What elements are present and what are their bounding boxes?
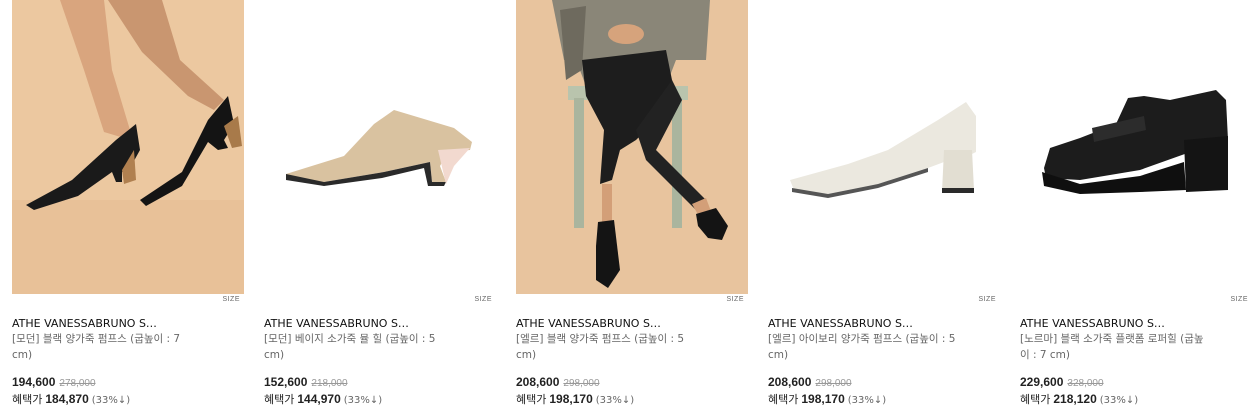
sale-price: 152,600 — [264, 375, 308, 389]
benefit-price: 144,970 — [297, 392, 341, 406]
size-link[interactable]: SIZE — [978, 296, 996, 303]
benefit-rate: (33%↓) — [343, 395, 383, 406]
product-image[interactable] — [12, 0, 244, 294]
black-platform-loafer-image — [1020, 0, 1252, 294]
benefit-row: 혜택가 218,120 (33%↓) — [1020, 391, 1138, 407]
benefit-price: 198,170 — [549, 392, 593, 406]
size-link[interactable]: SIZE — [222, 296, 240, 303]
benefit-price: 184,870 — [45, 392, 89, 406]
benefit-label: 혜택가 — [264, 393, 295, 406]
product-card[interactable]: SIZE ATHE VANESSABRUNO S… [엘르] 블랙 양가죽 펌프… — [516, 0, 748, 420]
benefit-rate: (33%↓) — [847, 395, 887, 406]
product-card[interactable]: SIZE ATHE VANESSABRUNO S… [모던] 블랙 양가죽 펌프… — [12, 0, 244, 420]
product-name[interactable]: [노르마] 블랙 소가죽 플랫폼 로퍼힐 (굽높이 : 7 cm) — [1020, 331, 1210, 363]
size-link[interactable]: SIZE — [726, 296, 744, 303]
benefit-row: 혜택가 144,970 (33%↓) — [264, 391, 382, 407]
benefit-price: 218,120 — [1053, 392, 1097, 406]
product-grid: SIZE ATHE VANESSABRUNO S… [모던] 블랙 양가죽 펌프… — [0, 0, 1256, 420]
benefit-price: 198,170 — [801, 392, 845, 406]
original-price: 298,000 — [815, 378, 852, 389]
brand-name[interactable]: ATHE VANESSABRUNO S… — [12, 317, 244, 330]
product-card[interactable]: SIZE ATHE VANESSABRUNO S… [엘르] 아이보리 양가죽 … — [768, 0, 1000, 420]
benefit-label: 혜택가 — [12, 393, 43, 406]
benefit-label: 혜택가 — [516, 393, 547, 406]
original-price: 298,000 — [563, 378, 600, 389]
product-name[interactable]: [엘르] 아이보리 양가죽 펌프스 (굽높이 : 5 cm) — [768, 331, 958, 363]
sale-price: 208,600 — [516, 375, 560, 389]
product-name[interactable]: [모던] 베이지 소가죽 뮬 힐 (굽높이 : 5 cm) — [264, 331, 454, 363]
price-row: 194,600 278,000 — [12, 375, 96, 389]
benefit-label: 혜택가 — [768, 393, 799, 406]
beige-mule-heel-image — [264, 0, 496, 294]
product-card[interactable]: SIZE ATHE VANESSABRUNO S… [노르마] 블랙 소가죽 플… — [1020, 0, 1252, 420]
price-row: 152,600 218,000 — [264, 375, 348, 389]
model-legs-black-pumps-image — [12, 0, 244, 294]
product-image[interactable] — [768, 0, 1000, 294]
original-price: 328,000 — [1067, 378, 1104, 389]
product-name[interactable]: [엘르] 블랙 양가죽 펌프스 (굽높이 : 5 cm) — [516, 331, 706, 363]
ivory-pump-image — [768, 0, 1000, 294]
benefit-rate: (33%↓) — [1099, 395, 1139, 406]
product-image[interactable] — [264, 0, 496, 294]
size-link[interactable]: SIZE — [1230, 296, 1248, 303]
original-price: 218,000 — [311, 378, 348, 389]
size-link[interactable]: SIZE — [474, 296, 492, 303]
sale-price: 208,600 — [768, 375, 812, 389]
product-image[interactable] — [516, 0, 748, 294]
original-price: 278,000 — [59, 378, 96, 389]
product-image[interactable] — [1020, 0, 1252, 294]
benefit-label: 혜택가 — [1020, 393, 1051, 406]
sale-price: 194,600 — [12, 375, 56, 389]
benefit-rate: (33%↓) — [595, 395, 635, 406]
benefit-row: 혜택가 184,870 (33%↓) — [12, 391, 130, 407]
brand-name[interactable]: ATHE VANESSABRUNO S… — [264, 317, 496, 330]
price-row: 208,600 298,000 — [516, 375, 600, 389]
benefit-rate: (33%↓) — [91, 395, 131, 406]
brand-name[interactable]: ATHE VANESSABRUNO S… — [768, 317, 1000, 330]
product-card[interactable]: SIZE ATHE VANESSABRUNO S… [모던] 베이지 소가죽 뮬… — [264, 0, 496, 420]
benefit-row: 혜택가 198,170 (33%↓) — [768, 391, 886, 407]
product-name[interactable]: [모던] 블랙 양가죽 펌프스 (굽높이 : 7 cm) — [12, 331, 202, 363]
seated-model-black-pumps-image — [516, 0, 748, 294]
price-row: 229,600 328,000 — [1020, 375, 1104, 389]
sale-price: 229,600 — [1020, 375, 1064, 389]
brand-name[interactable]: ATHE VANESSABRUNO S… — [516, 317, 748, 330]
benefit-row: 혜택가 198,170 (33%↓) — [516, 391, 634, 407]
price-row: 208,600 298,000 — [768, 375, 852, 389]
brand-name[interactable]: ATHE VANESSABRUNO S… — [1020, 317, 1252, 330]
